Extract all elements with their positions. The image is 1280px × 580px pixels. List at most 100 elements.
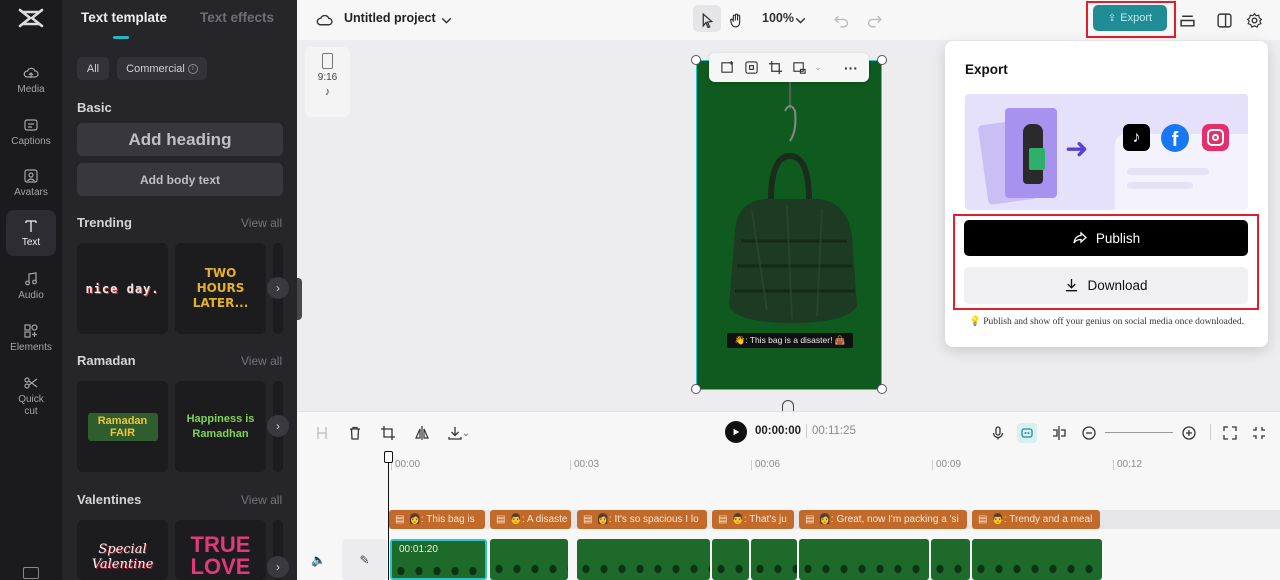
trending-next-arrow-icon[interactable]: › bbox=[267, 277, 289, 299]
video-clip[interactable] bbox=[577, 539, 710, 580]
tab-text-template[interactable]: Text template bbox=[81, 10, 167, 25]
video-clip[interactable] bbox=[972, 539, 1102, 580]
resize-handle[interactable] bbox=[691, 384, 701, 394]
redo-icon[interactable] bbox=[863, 9, 885, 31]
zoom-slider[interactable] bbox=[1105, 432, 1173, 433]
template-card[interactable]: Special Valentine bbox=[77, 520, 168, 580]
export-button-label: Export bbox=[1120, 12, 1153, 24]
aspect-ratio-selector[interactable]: 9:16 ♪ bbox=[305, 47, 350, 117]
frame-select-icon[interactable] bbox=[741, 58, 761, 78]
ramadan-next-arrow-icon[interactable]: › bbox=[267, 415, 289, 437]
nav-label: Audio bbox=[18, 290, 44, 301]
valentines-section-title: Valentines bbox=[77, 492, 142, 507]
nav-item-quick-cut[interactable]: Quick cut bbox=[6, 371, 56, 421]
keyboard-icon[interactable] bbox=[23, 567, 39, 579]
filter-commercial[interactable]: Commercial i bbox=[117, 57, 207, 80]
split-clip-icon[interactable] bbox=[312, 423, 332, 443]
text-panel: Text template Text effects All Commercia… bbox=[62, 0, 297, 580]
illustration-shirt bbox=[1029, 148, 1045, 170]
nav-label: Captions bbox=[11, 136, 51, 147]
publish-button[interactable]: Publish bbox=[964, 220, 1248, 256]
chevron-down-icon[interactable]: ⌄ bbox=[813, 58, 823, 78]
nav-item-audio[interactable]: Audio bbox=[6, 263, 56, 309]
add-body-text-button[interactable]: Add body text bbox=[77, 163, 283, 196]
template-card[interactable]: nice day. bbox=[77, 243, 168, 334]
chevron-down-icon[interactable]: ⌄ bbox=[460, 423, 472, 443]
music-icon bbox=[25, 272, 37, 286]
tiktok-icon: ♪ bbox=[1123, 124, 1150, 151]
edit-cover-icon[interactable]: ✎ bbox=[342, 539, 387, 580]
subtitle-clip[interactable]: ▤ 👨: A disaste bbox=[490, 510, 571, 529]
nav-item-media[interactable]: Media bbox=[6, 57, 56, 103]
template-card[interactable]: TRUE LOVE bbox=[175, 520, 266, 580]
subtitle-text: 👩: It's so spacious I lo bbox=[596, 514, 699, 525]
info-icon: i bbox=[187, 63, 198, 74]
zoom-in-icon[interactable] bbox=[1179, 423, 1199, 443]
add-heading-button[interactable]: Add heading bbox=[77, 123, 283, 156]
panel-collapse-handle[interactable] bbox=[297, 278, 302, 320]
valentines-view-all-link[interactable]: View all bbox=[241, 493, 282, 507]
microphone-icon[interactable] bbox=[988, 423, 1008, 443]
capcut-logo-icon[interactable] bbox=[18, 7, 44, 29]
rotate-handle-icon[interactable] bbox=[782, 400, 794, 411]
subtitle-clip[interactable]: ▤ 👨: That's ju bbox=[712, 510, 794, 529]
ramadan-view-all-link[interactable]: View all bbox=[241, 354, 282, 368]
nav-item-elements[interactable]: Elements bbox=[6, 315, 56, 361]
template-card[interactable]: Happiness is Ramadhan bbox=[175, 381, 266, 472]
template-card[interactable]: TWO HOURS LATER... bbox=[175, 243, 266, 334]
subtitle-clip[interactable]: ▤ 👩: Great, now I'm packing a 'si bbox=[799, 510, 967, 529]
subtitle-clip[interactable]: ▤ 👨: Trendy and a meal bbox=[972, 510, 1100, 529]
resize-handle[interactable] bbox=[877, 384, 887, 394]
fullscreen-icon[interactable] bbox=[1220, 423, 1240, 443]
resize-handle[interactable] bbox=[877, 55, 887, 65]
split-screen-icon[interactable] bbox=[1049, 423, 1069, 443]
layers-icon[interactable] bbox=[1176, 9, 1198, 31]
subtitle-clip[interactable]: ▤ 👩: This bag is bbox=[389, 510, 485, 529]
video-clip[interactable] bbox=[490, 539, 568, 580]
zoom-chevron-down-icon[interactable] bbox=[789, 9, 811, 31]
pointer-icon[interactable] bbox=[696, 9, 718, 31]
split-view-icon[interactable] bbox=[1213, 9, 1235, 31]
nav-item-text[interactable]: Text bbox=[6, 210, 56, 256]
filter-all[interactable]: All bbox=[77, 57, 109, 80]
active-tab-indicator bbox=[113, 36, 129, 39]
volume-icon[interactable]: 🔈 bbox=[311, 553, 327, 567]
add-frame-icon[interactable] bbox=[717, 58, 737, 78]
tab-text-effects[interactable]: Text effects bbox=[200, 10, 274, 25]
resize-handle[interactable] bbox=[691, 55, 701, 65]
delete-icon[interactable] bbox=[345, 423, 365, 443]
more-options-icon[interactable]: ··· bbox=[841, 58, 861, 78]
playhead[interactable] bbox=[388, 455, 389, 580]
crop-icon[interactable] bbox=[378, 423, 398, 443]
cloud-icon[interactable] bbox=[313, 9, 335, 31]
flip-icon[interactable] bbox=[412, 423, 432, 443]
export-hint: 💡 Publish and show off your genius on so… bbox=[969, 317, 1244, 327]
play-button[interactable] bbox=[725, 421, 747, 443]
download-button[interactable]: Download bbox=[964, 267, 1248, 304]
ai-auto-icon[interactable] bbox=[1017, 423, 1037, 443]
project-title[interactable]: Untitled project bbox=[344, 11, 436, 25]
subtitle-clip[interactable]: ▤ 👩: It's so spacious I lo bbox=[577, 510, 707, 529]
video-clip[interactable] bbox=[712, 539, 749, 580]
undo-icon[interactable] bbox=[830, 9, 852, 31]
settings-gear-icon[interactable] bbox=[1243, 9, 1265, 31]
tiktok-icon: ♪ bbox=[324, 86, 331, 98]
fit-timeline-icon[interactable] bbox=[1249, 423, 1269, 443]
template-card[interactable]: Ramadan FAIR bbox=[77, 381, 168, 472]
export-button[interactable]: ⇪ Export bbox=[1093, 5, 1167, 31]
chevron-down-icon[interactable] bbox=[435, 9, 457, 31]
nav-item-avatars[interactable]: Avatars bbox=[6, 160, 56, 206]
crop-icon[interactable] bbox=[765, 58, 785, 78]
zoom-out-icon[interactable] bbox=[1079, 423, 1099, 443]
valentines-next-arrow-icon[interactable]: › bbox=[267, 556, 289, 578]
video-clip[interactable] bbox=[799, 539, 929, 580]
video-clip[interactable] bbox=[931, 539, 970, 580]
video-clip[interactable] bbox=[751, 539, 797, 580]
video-clip[interactable]: 00:01:20 bbox=[390, 539, 487, 580]
caption-overlay[interactable]: 👋: This bag is a disaster! 👜 bbox=[727, 333, 853, 348]
replace-media-icon[interactable] bbox=[789, 58, 809, 78]
trending-view-all-link[interactable]: View all bbox=[241, 216, 282, 230]
playhead-handle[interactable] bbox=[384, 451, 393, 463]
hand-icon[interactable] bbox=[725, 9, 747, 31]
nav-item-captions[interactable]: Captions bbox=[6, 109, 56, 155]
